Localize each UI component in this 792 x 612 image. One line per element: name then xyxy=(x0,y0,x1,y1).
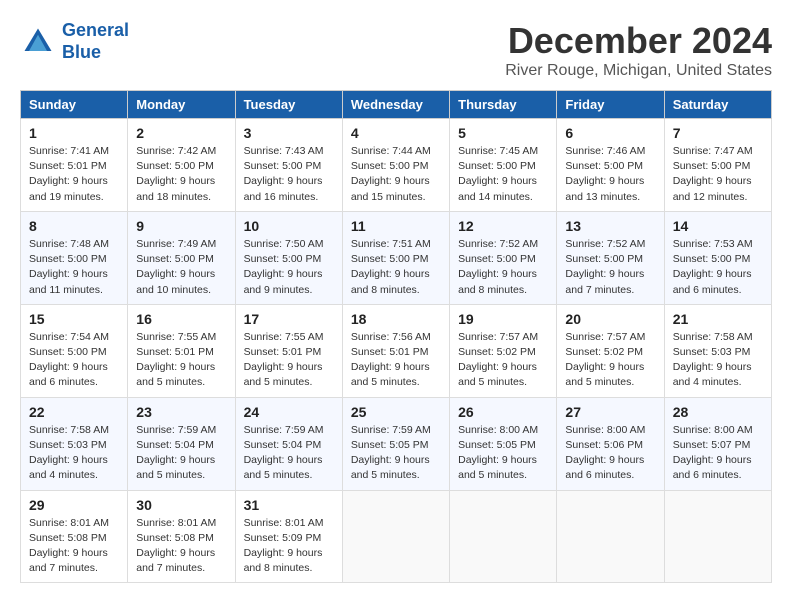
table-row: 25 Sunrise: 7:59 AMSunset: 5:05 PMDaylig… xyxy=(342,397,449,490)
table-row: 5 Sunrise: 7:45 AMSunset: 5:00 PMDayligh… xyxy=(450,119,557,212)
calendar-row-week1: 8 Sunrise: 7:48 AMSunset: 5:00 PMDayligh… xyxy=(21,211,772,304)
table-row: 4 Sunrise: 7:44 AMSunset: 5:00 PMDayligh… xyxy=(342,119,449,212)
table-row: 16 Sunrise: 7:55 AMSunset: 5:01 PMDaylig… xyxy=(128,304,235,397)
calendar-row-week0: 1 Sunrise: 7:41 AMSunset: 5:01 PMDayligh… xyxy=(21,119,772,212)
col-tuesday: Tuesday xyxy=(235,91,342,119)
table-row: 1 Sunrise: 7:41 AMSunset: 5:01 PMDayligh… xyxy=(21,119,128,212)
table-row: 19 Sunrise: 7:57 AMSunset: 5:02 PMDaylig… xyxy=(450,304,557,397)
calendar-header-row: Sunday Monday Tuesday Wednesday Thursday… xyxy=(21,91,772,119)
calendar-row-week2: 15 Sunrise: 7:54 AMSunset: 5:00 PMDaylig… xyxy=(21,304,772,397)
col-monday: Monday xyxy=(128,91,235,119)
calendar-table: Sunday Monday Tuesday Wednesday Thursday… xyxy=(20,90,772,583)
title-block: December 2024 River Rouge, Michigan, Uni… xyxy=(505,20,772,80)
table-row: 29 Sunrise: 8:01 AMSunset: 5:08 PMDaylig… xyxy=(21,490,128,583)
calendar-row-week4: 29 Sunrise: 8:01 AMSunset: 5:08 PMDaylig… xyxy=(21,490,772,583)
table-row: 6 Sunrise: 7:46 AMSunset: 5:00 PMDayligh… xyxy=(557,119,664,212)
table-row: 24 Sunrise: 7:59 AMSunset: 5:04 PMDaylig… xyxy=(235,397,342,490)
logo: GeneralBlue xyxy=(20,20,129,63)
table-row: 3 Sunrise: 7:43 AMSunset: 5:00 PMDayligh… xyxy=(235,119,342,212)
col-saturday: Saturday xyxy=(664,91,771,119)
table-row: 14 Sunrise: 7:53 AMSunset: 5:00 PMDaylig… xyxy=(664,211,771,304)
logo-text: GeneralBlue xyxy=(62,20,129,63)
table-row: 7 Sunrise: 7:47 AMSunset: 5:00 PMDayligh… xyxy=(664,119,771,212)
table-row: 30 Sunrise: 8:01 AMSunset: 5:08 PMDaylig… xyxy=(128,490,235,583)
table-row: 26 Sunrise: 8:00 AMSunset: 5:05 PMDaylig… xyxy=(450,397,557,490)
table-row: 8 Sunrise: 7:48 AMSunset: 5:00 PMDayligh… xyxy=(21,211,128,304)
col-wednesday: Wednesday xyxy=(342,91,449,119)
table-row: 31 Sunrise: 8:01 AMSunset: 5:09 PMDaylig… xyxy=(235,490,342,583)
table-row: 22 Sunrise: 7:58 AMSunset: 5:03 PMDaylig… xyxy=(21,397,128,490)
month-title: December 2024 xyxy=(505,20,772,62)
col-friday: Friday xyxy=(557,91,664,119)
table-row: 27 Sunrise: 8:00 AMSunset: 5:06 PMDaylig… xyxy=(557,397,664,490)
page-header: GeneralBlue December 2024 River Rouge, M… xyxy=(20,20,772,80)
subtitle: River Rouge, Michigan, United States xyxy=(505,62,772,80)
table-row: 17 Sunrise: 7:55 AMSunset: 5:01 PMDaylig… xyxy=(235,304,342,397)
table-row: 11 Sunrise: 7:51 AMSunset: 5:00 PMDaylig… xyxy=(342,211,449,304)
table-row: 10 Sunrise: 7:50 AMSunset: 5:00 PMDaylig… xyxy=(235,211,342,304)
table-row xyxy=(664,490,771,583)
table-row: 23 Sunrise: 7:59 AMSunset: 5:04 PMDaylig… xyxy=(128,397,235,490)
table-row: 20 Sunrise: 7:57 AMSunset: 5:02 PMDaylig… xyxy=(557,304,664,397)
table-row: 9 Sunrise: 7:49 AMSunset: 5:00 PMDayligh… xyxy=(128,211,235,304)
table-row: 13 Sunrise: 7:52 AMSunset: 5:00 PMDaylig… xyxy=(557,211,664,304)
col-thursday: Thursday xyxy=(450,91,557,119)
col-sunday: Sunday xyxy=(21,91,128,119)
calendar-row-week3: 22 Sunrise: 7:58 AMSunset: 5:03 PMDaylig… xyxy=(21,397,772,490)
table-row: 28 Sunrise: 8:00 AMSunset: 5:07 PMDaylig… xyxy=(664,397,771,490)
table-row: 21 Sunrise: 7:58 AMSunset: 5:03 PMDaylig… xyxy=(664,304,771,397)
table-row xyxy=(342,490,449,583)
table-row: 12 Sunrise: 7:52 AMSunset: 5:00 PMDaylig… xyxy=(450,211,557,304)
logo-icon xyxy=(20,24,56,60)
table-row xyxy=(450,490,557,583)
table-row xyxy=(557,490,664,583)
table-row: 2 Sunrise: 7:42 AMSunset: 5:00 PMDayligh… xyxy=(128,119,235,212)
table-row: 15 Sunrise: 7:54 AMSunset: 5:00 PMDaylig… xyxy=(21,304,128,397)
table-row: 18 Sunrise: 7:56 AMSunset: 5:01 PMDaylig… xyxy=(342,304,449,397)
